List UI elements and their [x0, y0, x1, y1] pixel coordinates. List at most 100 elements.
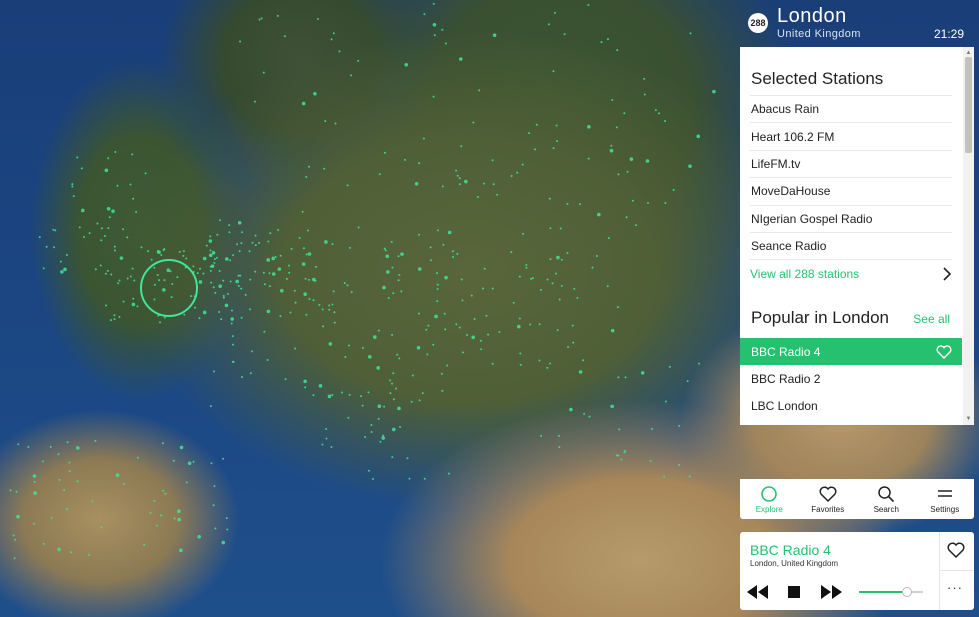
station-dot[interactable] — [147, 250, 150, 253]
station-dot[interactable] — [65, 253, 68, 256]
station-dot[interactable] — [303, 379, 307, 384]
station-dot[interactable] — [225, 517, 228, 520]
station-dot[interactable] — [119, 256, 124, 260]
station-dot[interactable] — [213, 258, 216, 261]
station-dot[interactable] — [305, 313, 308, 316]
station-dot[interactable] — [549, 258, 552, 261]
station-dot[interactable] — [346, 184, 349, 187]
station-dot[interactable] — [94, 439, 97, 442]
station-dot[interactable] — [350, 74, 353, 77]
popular-station-item[interactable]: LBC London — [740, 392, 962, 419]
station-dot[interactable] — [425, 328, 428, 331]
station-dot[interactable] — [549, 227, 552, 230]
station-dot[interactable] — [547, 23, 550, 26]
station-dot[interactable] — [535, 123, 538, 126]
heart-icon[interactable] — [947, 542, 965, 558]
station-dot[interactable] — [108, 216, 111, 219]
station-dot[interactable] — [271, 272, 276, 276]
station-dot[interactable] — [131, 302, 136, 307]
station-dot[interactable] — [404, 62, 409, 67]
station-dot[interactable] — [522, 232, 525, 235]
station-dot[interactable] — [521, 163, 524, 166]
station-item[interactable]: LifeFM.tv — [750, 151, 952, 179]
station-dot[interactable] — [620, 458, 623, 461]
station-dot[interactable] — [177, 517, 182, 522]
station-dot[interactable] — [63, 267, 67, 272]
station-dot[interactable] — [115, 473, 120, 478]
station-dot[interactable] — [230, 322, 233, 325]
station-dot[interactable] — [131, 267, 134, 270]
station-dot[interactable] — [487, 333, 490, 336]
station-dot[interactable] — [238, 250, 241, 253]
station-dot[interactable] — [530, 277, 533, 280]
station-dot[interactable] — [390, 241, 393, 244]
station-dot[interactable] — [196, 272, 199, 275]
station-dot[interactable] — [340, 391, 343, 394]
nav-settings[interactable]: Settings — [916, 479, 975, 519]
station-dot[interactable] — [534, 148, 537, 151]
station-dot[interactable] — [80, 167, 83, 170]
station-dot[interactable] — [68, 461, 71, 464]
station-dot[interactable] — [153, 298, 156, 301]
station-dot[interactable] — [284, 378, 287, 381]
station-dot[interactable] — [240, 242, 243, 245]
station-dot[interactable] — [212, 504, 215, 507]
station-dot[interactable] — [312, 394, 315, 397]
station-dot[interactable] — [436, 283, 439, 286]
station-dot[interactable] — [610, 144, 613, 147]
station-dot[interactable] — [383, 151, 386, 154]
station-dot[interactable] — [377, 417, 380, 420]
station-dot[interactable] — [645, 159, 650, 163]
view-all-stations-link[interactable]: View all 288 stations — [750, 260, 952, 288]
station-dot[interactable] — [510, 251, 513, 254]
station-dot[interactable] — [615, 454, 618, 457]
station-dot[interactable] — [333, 311, 336, 314]
station-dot[interactable] — [616, 306, 619, 309]
station-dot[interactable] — [103, 234, 106, 237]
station-dot[interactable] — [58, 478, 61, 481]
station-dot[interactable] — [164, 492, 167, 495]
station-dot[interactable] — [328, 308, 331, 311]
station-dot[interactable] — [209, 265, 212, 268]
station-dot[interactable] — [229, 280, 232, 283]
station-dot[interactable] — [378, 173, 381, 176]
station-dot[interactable] — [192, 265, 195, 268]
station-dot[interactable] — [371, 477, 374, 480]
station-dot[interactable] — [333, 321, 336, 324]
station-dot[interactable] — [290, 247, 293, 250]
station-dot[interactable] — [414, 181, 419, 186]
station-dot[interactable] — [458, 177, 461, 180]
station-dot[interactable] — [395, 387, 398, 390]
station-dot[interactable] — [466, 334, 469, 337]
station-dot[interactable] — [313, 91, 317, 96]
station-item[interactable]: NIgerian Gospel Radio — [750, 206, 952, 233]
station-dot[interactable] — [160, 514, 163, 517]
station-dot[interactable] — [110, 319, 113, 322]
station-dot[interactable] — [251, 350, 254, 353]
station-dot[interactable] — [170, 296, 173, 299]
station-dot[interactable] — [346, 284, 349, 287]
station-dot[interactable] — [260, 17, 263, 20]
station-dot[interactable] — [239, 40, 242, 43]
station-dot[interactable] — [143, 543, 146, 546]
station-dot[interactable] — [50, 516, 53, 519]
station-dot[interactable] — [122, 300, 125, 303]
station-dot[interactable] — [383, 247, 386, 250]
station-dot[interactable] — [626, 170, 629, 173]
station-dot[interactable] — [600, 41, 603, 44]
station-dot[interactable] — [397, 406, 401, 411]
station-dot[interactable] — [460, 278, 463, 281]
station-dot[interactable] — [418, 399, 421, 402]
station-dot[interactable] — [63, 489, 66, 492]
station-dot[interactable] — [214, 527, 217, 530]
station-dot[interactable] — [629, 157, 634, 161]
station-dot[interactable] — [163, 316, 166, 319]
station-dot[interactable] — [213, 485, 216, 488]
station-dot[interactable] — [347, 416, 350, 419]
station-dot[interactable] — [624, 376, 627, 379]
station-dot[interactable] — [552, 147, 555, 150]
station-dot[interactable] — [160, 254, 163, 257]
scroll-down-icon[interactable]: ▼ — [965, 415, 972, 423]
station-dot[interactable] — [347, 344, 350, 347]
station-dot[interactable] — [452, 255, 455, 258]
